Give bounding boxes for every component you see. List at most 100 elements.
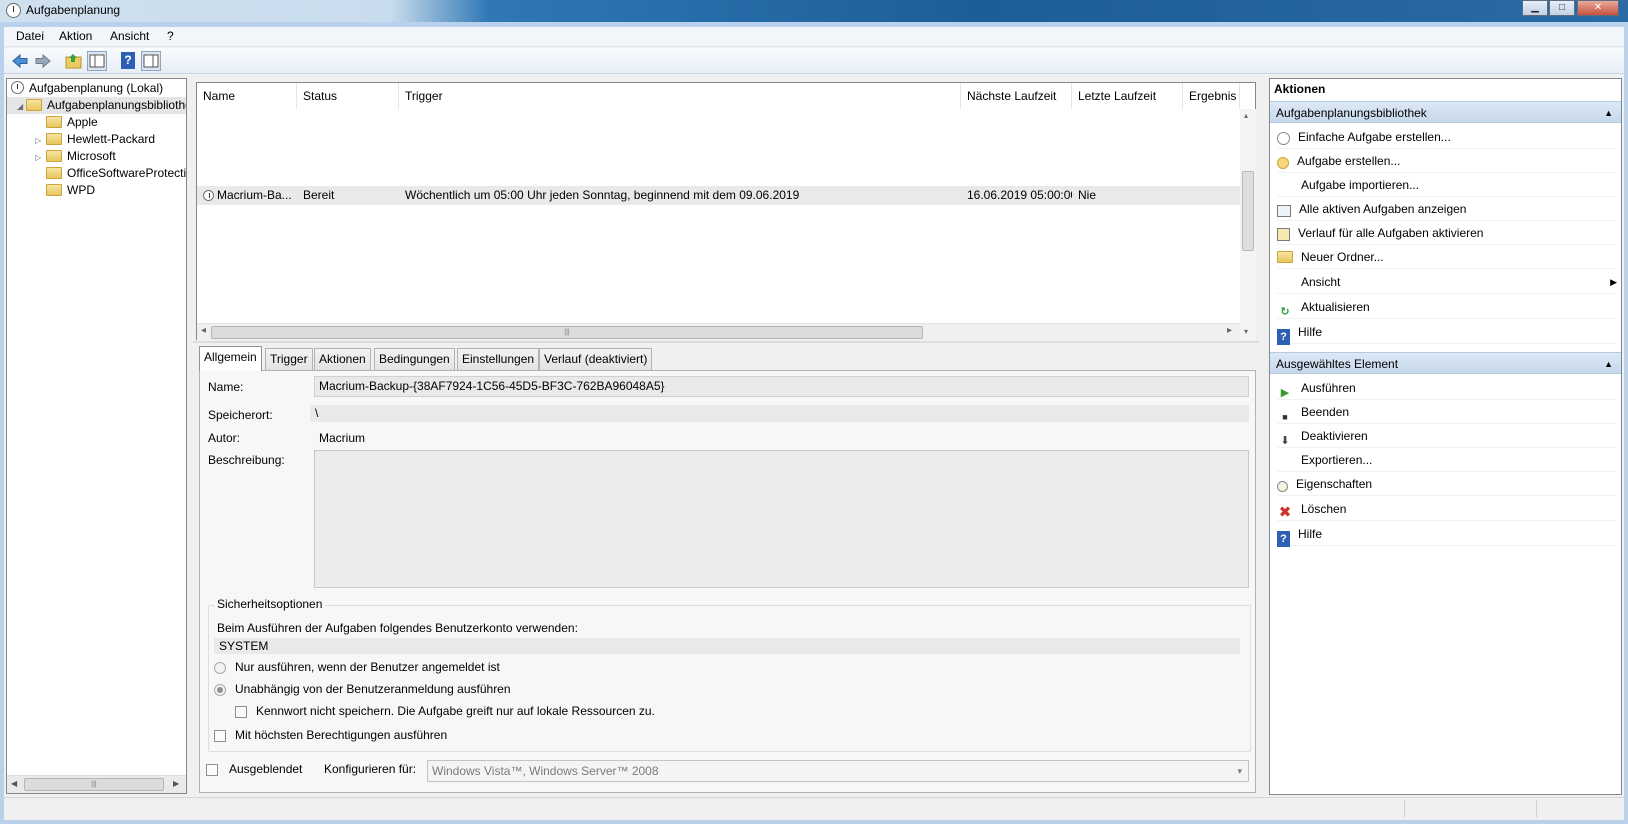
action-help-library[interactable]: ? Hilfe xyxy=(1277,320,1617,345)
radio-any-user-label[interactable]: Unabhängig von der Benutzeranmeldung aus… xyxy=(235,682,511,696)
action-export[interactable]: Exportieren... xyxy=(1277,448,1617,472)
task-list: Name Status Trigger Nächste Laufzeit Let… xyxy=(196,82,1256,340)
scroll-left-icon[interactable]: ◀ xyxy=(11,779,17,788)
action-disable[interactable]: ⬇ Deaktivieren xyxy=(1277,424,1617,448)
expand-icon[interactable]: ▷ xyxy=(35,132,44,148)
scroll-right-icon[interactable]: ▶ xyxy=(173,779,179,788)
minimize-button[interactable]: ▁ xyxy=(1522,0,1548,16)
action-create-task[interactable]: Aufgabe erstellen... xyxy=(1277,149,1617,173)
close-button[interactable]: ✕ xyxy=(1577,0,1619,16)
help-icon[interactable]: ? xyxy=(118,51,138,71)
hidden-label[interactable]: Ausgeblendet xyxy=(229,762,302,776)
scroll-down-icon[interactable]: ▾ xyxy=(1244,327,1248,336)
actions-section-selected-item[interactable]: Ausgewähltes Element ▲ xyxy=(1270,352,1621,374)
menu-help[interactable]: ? xyxy=(165,29,176,43)
cell-trigger: Wöchentlich um 05:00 Uhr jeden Sonntag, … xyxy=(405,188,800,202)
scroll-right-icon[interactable]: ▸ xyxy=(1227,325,1232,336)
action-run[interactable]: ▶ Ausführen xyxy=(1277,376,1617,400)
scroll-left-icon[interactable]: ◂ xyxy=(201,325,206,336)
help-icon: ? xyxy=(1277,531,1290,547)
highest-privileges-label[interactable]: Mit höchsten Berechtigungen ausführen xyxy=(235,728,447,742)
checkbox-hidden[interactable] xyxy=(206,764,218,776)
tree-folder-hewlett-packard[interactable]: ▷ Hewlett-Packard xyxy=(7,131,186,148)
tree-root[interactable]: Aufgabenplanung (Lokal) xyxy=(7,80,186,97)
radio-logged-on-label[interactable]: Nur ausführen, wenn der Benutzer angemel… xyxy=(235,660,500,674)
action-label: Aufgabe erstellen... xyxy=(1297,154,1401,168)
stop-icon: ■ xyxy=(1282,412,1288,422)
task-list-vertical-scrollbar[interactable]: ▴ ▾ xyxy=(1240,109,1256,340)
action-refresh[interactable]: ↻ Aktualisieren xyxy=(1277,295,1617,319)
tab-allgemein[interactable]: Allgemein xyxy=(199,346,262,371)
action-delete[interactable]: ✖ Löschen xyxy=(1277,497,1617,521)
col-name[interactable]: Name xyxy=(197,83,297,109)
col-next-run[interactable]: Nächste Laufzeit xyxy=(961,83,1072,109)
run-icon: ▶ xyxy=(1280,387,1290,399)
col-status[interactable]: Status xyxy=(297,83,399,109)
action-import-task[interactable]: Aufgabe importieren... xyxy=(1277,173,1617,197)
action-label: Aufgabe importieren... xyxy=(1301,178,1420,192)
title-bar[interactable]: Aufgabenplanung ▁ □ ✕ xyxy=(0,0,1628,22)
back-arrow-icon[interactable] xyxy=(10,51,30,71)
tab-aktionen[interactable]: Aktionen xyxy=(314,348,371,370)
action-stop[interactable]: ■ Beenden xyxy=(1277,400,1617,424)
actions-section-library[interactable]: Aufgabenplanungsbibliothek ▲ xyxy=(1270,101,1621,123)
expand-icon[interactable]: ▷ xyxy=(35,149,44,165)
tree-folder-officesoftwareprotection[interactable]: OfficeSoftwareProtectionPlatform xyxy=(7,165,186,182)
action-label: Deaktivieren xyxy=(1301,429,1368,443)
scroll-up-icon[interactable]: ▴ xyxy=(1244,111,1248,120)
show-hide-tree-icon[interactable] xyxy=(87,51,107,71)
author-field[interactable]: Macrium xyxy=(314,428,1249,447)
col-last-run[interactable]: Letzte Laufzeit xyxy=(1072,83,1183,109)
action-new-folder[interactable]: Neuer Ordner... xyxy=(1277,245,1617,269)
tree-library[interactable]: ◢ Aufgabenplanungsbibliothek xyxy=(7,97,186,114)
action-properties[interactable]: Eigenschaften xyxy=(1277,472,1617,496)
checkbox-highest-privileges[interactable] xyxy=(214,730,226,742)
author-label: Autor: xyxy=(208,431,241,445)
action-show-running-tasks[interactable]: Alle aktiven Aufgaben anzeigen xyxy=(1277,197,1617,221)
tab-einstellungen[interactable]: Einstellungen xyxy=(457,348,540,370)
cell-name-text: Macrium-Ba... xyxy=(217,188,292,202)
menu-ansicht[interactable]: Ansicht xyxy=(108,29,151,43)
radio-logged-on[interactable] xyxy=(214,662,226,674)
menu-aktion[interactable]: Aktion xyxy=(57,29,94,43)
col-trigger[interactable]: Trigger xyxy=(399,83,961,109)
table-row[interactable]: Macrium-Ba... Bereit Wöchentlich um 05:0… xyxy=(197,186,1240,205)
action-create-basic-task[interactable]: Einfache Aufgabe erstellen... xyxy=(1277,125,1617,149)
location-field[interactable]: \ xyxy=(310,405,1249,422)
tree-horizontal-scrollbar[interactable]: ◀ ||| ▶ xyxy=(7,775,186,793)
scroll-thumb[interactable]: ||| xyxy=(211,326,923,339)
tab-bedingungen[interactable]: Bedingungen xyxy=(374,348,455,370)
collapse-icon[interactable]: ◢ xyxy=(17,98,26,114)
scroll-thumb[interactable]: ||| xyxy=(24,778,164,791)
tab-trigger[interactable]: Trigger xyxy=(265,348,313,370)
tree-folder-apple[interactable]: Apple xyxy=(7,114,186,131)
action-label: Alle aktiven Aufgaben anzeigen xyxy=(1299,202,1467,216)
tab-verlauf[interactable]: Verlauf (deaktiviert) xyxy=(539,348,653,370)
tree-folder-microsoft[interactable]: ▷ Microsoft xyxy=(7,148,186,165)
collapse-up-icon[interactable]: ▲ xyxy=(1604,353,1613,375)
radio-any-user[interactable] xyxy=(214,684,226,696)
description-field[interactable] xyxy=(314,450,1249,588)
action-label: Verlauf für alle Aufgaben aktivieren xyxy=(1298,226,1484,240)
checkbox-no-store-password[interactable] xyxy=(235,706,247,718)
menu-datei[interactable]: Datei xyxy=(14,29,46,43)
task-list-horizontal-scrollbar[interactable]: ◂ ||| ▸ xyxy=(197,323,1240,340)
action-view[interactable]: Ansicht ▶ xyxy=(1277,270,1617,294)
action-help-selected[interactable]: ? Hilfe xyxy=(1277,522,1617,547)
account-field[interactable]: SYSTEM xyxy=(214,638,1240,654)
security-options-legend: Sicherheitsoptionen xyxy=(214,597,326,611)
maximize-button[interactable]: □ xyxy=(1549,0,1575,16)
up-folder-icon[interactable] xyxy=(64,51,84,71)
show-hide-action-pane-icon[interactable] xyxy=(141,51,161,71)
col-result[interactable]: Ergebnis d xyxy=(1183,83,1240,109)
name-field[interactable]: Macrium-Backup-{38AF7924-1C56-45D5-BF3C-… xyxy=(314,376,1249,397)
action-label: Beenden xyxy=(1301,405,1350,419)
action-enable-history[interactable]: Verlauf für alle Aufgaben aktivieren xyxy=(1277,221,1617,245)
tree-folder-wpd[interactable]: WPD xyxy=(7,182,186,199)
no-store-password-label[interactable]: Kennwort nicht speichern. Die Aufgabe gr… xyxy=(256,704,655,718)
description-label: Beschreibung: xyxy=(208,453,285,467)
scroll-thumb[interactable] xyxy=(1242,171,1254,251)
collapse-up-icon[interactable]: ▲ xyxy=(1604,102,1613,124)
configure-for-dropdown[interactable]: Windows Vista™, Windows Server™ 2008 ▾ xyxy=(427,760,1249,782)
forward-arrow-icon[interactable] xyxy=(33,51,53,71)
